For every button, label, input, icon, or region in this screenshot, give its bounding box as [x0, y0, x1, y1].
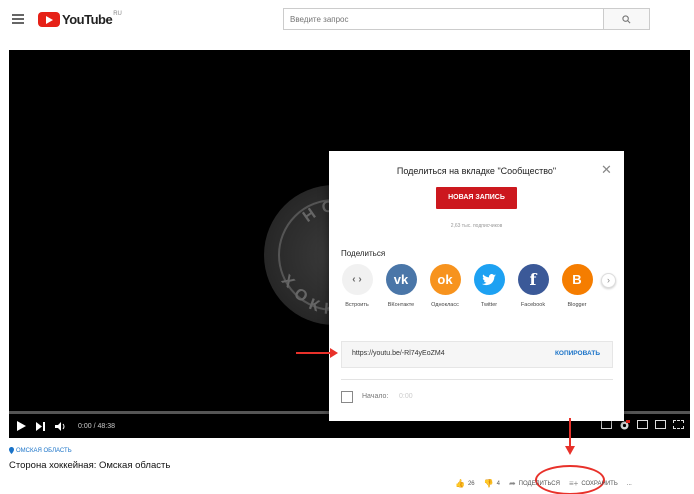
- theater-mode-icon[interactable]: [655, 420, 666, 429]
- share-heading: Поделиться: [341, 249, 386, 258]
- time-display: 0:00 / 48:38: [78, 422, 115, 430]
- facebook-icon: f: [517, 264, 549, 295]
- share-button-label: ПОДЕЛИТЬСЯ: [518, 480, 560, 487]
- dislike-count: 4: [496, 480, 500, 487]
- share-blogger[interactable]: B Blogger: [555, 264, 599, 308]
- new-post-button[interactable]: НОВАЯ ЗАПИСЬ: [436, 187, 517, 209]
- share-odnoklassniki[interactable]: ok Однокласс: [423, 264, 467, 308]
- annotation-arrowhead: [565, 446, 575, 455]
- divider: [341, 379, 613, 380]
- youtube-play-logo-icon: [38, 11, 60, 27]
- close-icon[interactable]: ✕: [601, 163, 612, 176]
- more-actions-button[interactable]: ...: [627, 481, 632, 487]
- settings-icon[interactable]: [619, 420, 630, 433]
- dislike-button[interactable]: 👎 4: [484, 479, 500, 488]
- fullscreen-icon[interactable]: [673, 420, 684, 429]
- like-button[interactable]: 👍 26: [455, 479, 475, 488]
- blogger-icon: B: [561, 264, 593, 295]
- annotation-arrow-to-share: [569, 418, 571, 448]
- share-arrow-icon: ➦: [508, 479, 516, 488]
- player-controls-right: [601, 420, 684, 433]
- start-at-label: Начало:: [362, 393, 389, 400]
- dialog-title: Поделиться на вкладке "Сообщество": [396, 166, 557, 176]
- video-title: Сторона хоккейная: Омская область: [9, 460, 171, 471]
- share-facebook[interactable]: f Facebook: [511, 264, 555, 308]
- youtube-logo[interactable]: YouTube RU: [38, 10, 122, 28]
- volume-icon: [55, 421, 65, 431]
- thumbs-up-icon: 👍: [455, 479, 465, 488]
- share-target-label: Однокласс: [431, 302, 459, 308]
- subtitles-icon[interactable]: [601, 420, 612, 429]
- masthead: YouTube RU: [0, 0, 694, 40]
- share-targets: ‹ › Встроить vk ВКонтакте ok Однокласс T…: [341, 264, 621, 319]
- next-button[interactable]: [36, 421, 45, 431]
- location-text: ОМСКАЯ ОБЛАСТЬ: [16, 447, 72, 454]
- logo-wordmark: YouTube: [62, 11, 113, 27]
- share-url[interactable]: https://youtu.be/-Rl74yEoZM4: [352, 350, 445, 357]
- logo-country-code: RU: [113, 11, 122, 17]
- play-button[interactable]: [17, 421, 26, 431]
- playlist-add-icon: ≡+: [568, 479, 579, 488]
- skip-next-icon: [36, 421, 45, 431]
- share-twitter[interactable]: Twitter: [467, 264, 511, 308]
- share-dialog: Поделиться на вкладке "Сообщество" ✕ НОВ…: [329, 151, 624, 421]
- share-target-label: Blogger: [567, 302, 587, 308]
- vk-icon: vk: [385, 264, 417, 295]
- youtube-page: YouTube RU Н О С Х О К К Е Й: [0, 0, 694, 494]
- thumbs-down-icon: 👎: [483, 479, 494, 488]
- share-target-label: Facebook: [520, 302, 546, 308]
- share-embed[interactable]: ‹ › Встроить: [335, 264, 379, 308]
- share-vk[interactable]: vk ВКонтакте: [379, 264, 423, 308]
- share-target-label: ВКонтакте: [387, 302, 415, 308]
- share-link-box: https://youtu.be/-Rl74yEoZM4 КОПИРОВАТЬ: [341, 341, 613, 368]
- share-target-label: Встроить: [345, 302, 369, 308]
- annotation-arrowhead: [330, 348, 338, 358]
- twitter-icon: [473, 264, 505, 295]
- search-input[interactable]: [283, 8, 603, 30]
- subscriber-count: 2,63 тыс. подписчиков: [450, 223, 503, 229]
- copy-button[interactable]: КОПИРОВАТЬ: [555, 350, 600, 357]
- location-pin-icon: [9, 447, 14, 454]
- save-button[interactable]: ≡+ СОХРАНИТЬ: [569, 479, 618, 488]
- share-button[interactable]: ➦ ПОДЕЛИТЬСЯ: [509, 479, 560, 488]
- volume-button[interactable]: [55, 421, 66, 431]
- hamburger-menu-icon[interactable]: [12, 14, 24, 24]
- save-button-label: СОХРАНИТЬ: [581, 480, 618, 487]
- like-count: 26: [467, 480, 475, 487]
- search-icon: [622, 14, 631, 23]
- odnoklassniki-icon: ok: [429, 264, 461, 295]
- chevron-right-icon[interactable]: ›: [601, 273, 616, 288]
- share-target-label: Twitter: [480, 302, 498, 308]
- start-at-checkbox[interactable]: [341, 391, 353, 403]
- play-icon: [17, 421, 26, 431]
- video-actions: 👍 26 👎 4 ➦ ПОДЕЛИТЬСЯ ≡+ СОХРАНИТЬ ...: [455, 479, 641, 488]
- more-icon: ...: [626, 480, 632, 487]
- search-button[interactable]: [603, 8, 650, 30]
- start-time-input[interactable]: 0:00: [399, 393, 413, 400]
- embed-icon: ‹ ›: [341, 264, 373, 295]
- location-link[interactable]: ОМСКАЯ ОБЛАСТЬ: [9, 447, 72, 454]
- miniplayer-icon[interactable]: [637, 420, 648, 429]
